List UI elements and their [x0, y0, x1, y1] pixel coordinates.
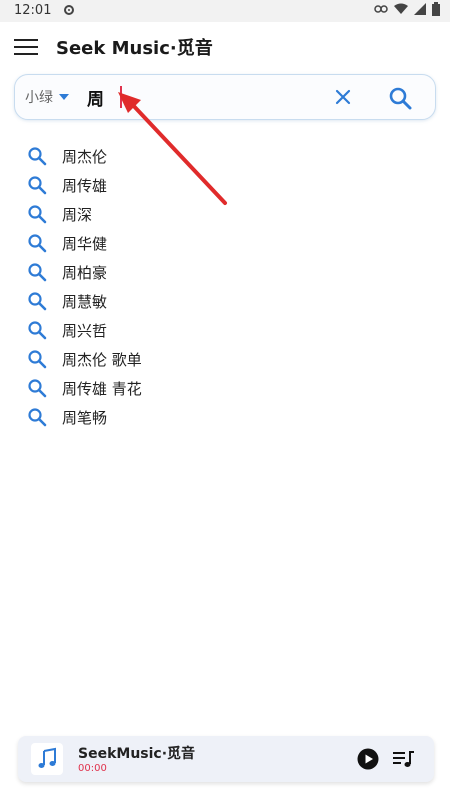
search-icon — [28, 408, 47, 427]
suggestion-label: 周笔畅 — [62, 408, 108, 427]
search-icon — [28, 321, 47, 340]
suggestion-label: 周杰伦 歌单 — [62, 350, 142, 369]
search-input[interactable]: 周 — [87, 85, 104, 110]
status-time: 12:01 — [14, 3, 52, 18]
music-note-icon — [38, 747, 56, 768]
list-item[interactable]: 周慧敏 — [26, 288, 107, 314]
search-icon[interactable] — [387, 85, 413, 111]
suggestion-label: 周杰伦 — [62, 147, 108, 166]
app-bar: Seek Music·觅音 — [0, 22, 450, 70]
list-item[interactable]: 周传雄 — [26, 172, 107, 198]
status-bar: 12:01 — [0, 0, 450, 22]
list-item[interactable]: 周杰伦 — [26, 143, 107, 169]
suggestion-label: 周传雄 青花 — [62, 379, 142, 398]
suggestion-label: 周柏豪 — [62, 263, 108, 282]
source-dropdown[interactable]: 小绿 — [25, 87, 69, 107]
search-icon — [28, 350, 47, 369]
list-item[interactable]: 周杰伦 歌单 — [26, 346, 142, 372]
status-icons — [374, 2, 440, 16]
suggestion-label: 周深 — [62, 205, 93, 224]
wifi-icon — [394, 3, 408, 14]
mini-player[interactable]: SeekMusic·觅音 00:00 — [18, 736, 434, 782]
link-icon — [374, 5, 388, 13]
search-icon — [28, 292, 47, 311]
search-icon — [28, 263, 47, 282]
search-icon — [28, 379, 47, 398]
suggestion-label: 周华健 — [62, 234, 108, 253]
list-item[interactable]: 周笔畅 — [26, 404, 107, 430]
player-time: 00:00 — [78, 763, 107, 774]
list-item[interactable]: 周兴哲 — [26, 317, 107, 343]
album-cover[interactable] — [31, 743, 63, 775]
menu-button[interactable] — [14, 36, 38, 56]
app-title: Seek Music·觅音 — [56, 38, 213, 59]
caret-down-icon — [59, 94, 69, 100]
search-icon — [28, 234, 47, 253]
search-icon — [28, 176, 47, 195]
signal-icon — [414, 3, 426, 15]
list-item[interactable]: 周深 — [26, 201, 92, 227]
list-item[interactable]: 周柏豪 — [26, 259, 107, 285]
play-icon[interactable] — [357, 748, 379, 770]
playlist-icon[interactable] — [393, 749, 415, 769]
clear-icon[interactable] — [333, 87, 353, 107]
search-icon — [28, 205, 47, 224]
search-icon — [28, 147, 47, 166]
list-item[interactable]: 周华健 — [26, 230, 107, 256]
player-title: SeekMusic·觅音 — [78, 746, 196, 762]
list-item[interactable]: 周传雄 青花 — [26, 375, 142, 401]
menu-icon — [14, 39, 38, 41]
search-box: 小绿 周 — [14, 74, 436, 120]
battery-icon — [432, 2, 440, 16]
source-label: 小绿 — [25, 90, 53, 106]
suggestion-label: 周传雄 — [62, 176, 108, 195]
suggestion-label: 周慧敏 — [62, 292, 108, 311]
text-cursor — [120, 86, 122, 108]
notification-icon — [64, 5, 74, 15]
suggestion-label: 周兴哲 — [62, 321, 108, 340]
